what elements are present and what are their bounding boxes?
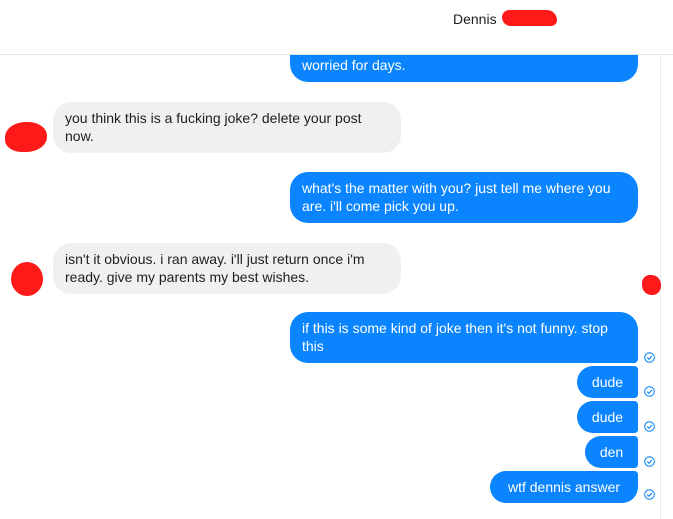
message-outgoing[interactable]: dude [577, 366, 638, 398]
redacted-surname [502, 10, 557, 26]
message-thread[interactable]: worried for days. you think this is a fu… [0, 55, 673, 519]
message-text: worried for days. [302, 57, 406, 73]
contact-name[interactable]: Dennis [453, 11, 497, 27]
message-text: you think this is a fucking joke? delete… [65, 110, 362, 144]
message-outgoing[interactable]: dude [577, 401, 638, 433]
message-text: if this is some kind of joke then it's n… [302, 320, 608, 354]
message-text: what's the matter with you? just tell me… [302, 180, 611, 214]
message-incoming[interactable]: you think this is a fucking joke? delete… [53, 102, 401, 153]
message-text: isn't it obvious. i ran away. i'll just … [65, 251, 365, 285]
message-outgoing[interactable]: den [585, 436, 638, 468]
message-incoming[interactable]: isn't it obvious. i ran away. i'll just … [53, 243, 401, 294]
message-text: wtf dennis answer [507, 479, 621, 495]
check-circle-icon [644, 456, 655, 467]
check-circle-icon [644, 421, 655, 432]
chat-header: Dennis [0, 0, 673, 55]
message-text: den [599, 444, 624, 460]
avatar-redacted [5, 122, 47, 152]
message-text: dude [591, 409, 624, 425]
check-circle-icon [644, 489, 655, 500]
check-circle-icon [644, 386, 655, 397]
check-circle-icon [644, 352, 655, 363]
message-outgoing[interactable]: worried for days. [290, 55, 638, 82]
message-outgoing[interactable]: if this is some kind of joke then it's n… [290, 312, 638, 363]
avatar-redacted [642, 275, 661, 295]
message-text: dude [591, 374, 624, 390]
message-outgoing[interactable]: wtf dennis answer [490, 471, 638, 503]
avatar-redacted [11, 262, 43, 296]
message-outgoing[interactable]: what's the matter with you? just tell me… [290, 172, 638, 223]
